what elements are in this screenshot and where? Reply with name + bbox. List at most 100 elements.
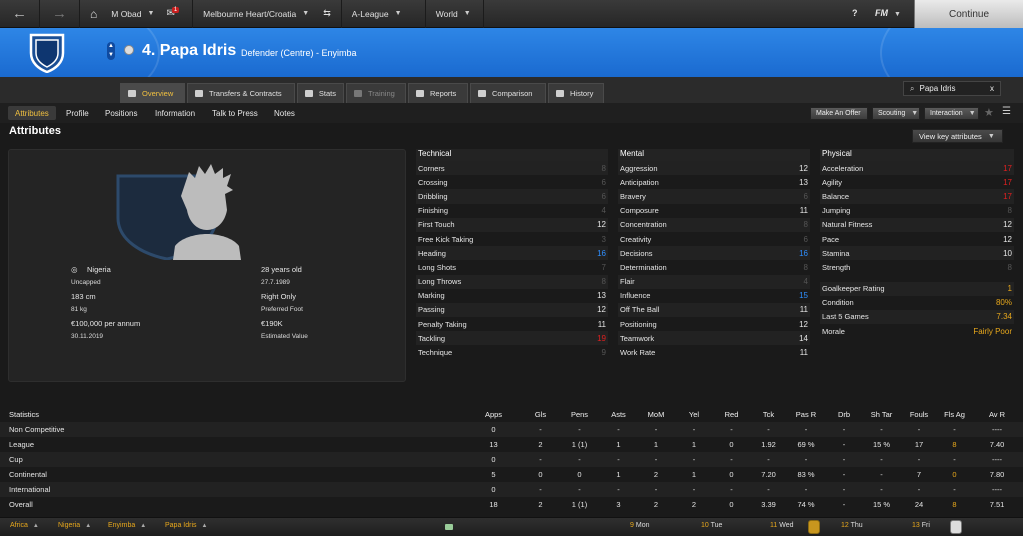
- col-yellow[interactable]: Yel: [675, 407, 713, 422]
- attribute-name: Free Kick Taking: [418, 234, 474, 244]
- chevron-down-icon: ▼: [394, 10, 402, 17]
- stat-cell: 15 %: [872, 500, 891, 509]
- interaction-button[interactable]: Interaction ▼: [924, 107, 979, 120]
- status-indicator-icon[interactable]: [445, 524, 453, 530]
- tab-training[interactable]: Training: [346, 83, 406, 103]
- attribute-value: 4: [803, 277, 808, 287]
- competition-label: Overall: [9, 500, 33, 509]
- col-apps[interactable]: Apps: [465, 407, 522, 422]
- subtab-profile[interactable]: Profile: [59, 106, 96, 120]
- subtab-talk-to-press[interactable]: Talk to Press: [205, 106, 265, 120]
- breadcrumb-player[interactable]: Papa Idris ▲: [165, 522, 207, 529]
- stat-cell: -: [637, 422, 675, 437]
- stat-cell: 1: [653, 440, 659, 449]
- calendar-day[interactable]: 10 Tue: [701, 522, 722, 529]
- section-title: Attributes: [9, 125, 61, 137]
- nationality[interactable]: Nigeria: [87, 265, 111, 274]
- col-fouls-against[interactable]: Fls Ag: [938, 407, 971, 422]
- col-penalties[interactable]: Pens: [559, 407, 600, 422]
- tab-comparison[interactable]: Comparison: [470, 83, 546, 103]
- attribute-row: Finishing 4: [416, 204, 608, 218]
- stat-cell: 0: [729, 500, 734, 509]
- view-key-attributes-button[interactable]: View key attributes ▼: [912, 129, 1003, 143]
- day-name: Mon: [635, 522, 650, 529]
- make-offer-button[interactable]: Make An Offer: [810, 107, 868, 120]
- day-number: 9: [630, 522, 634, 529]
- col-pass-ratio[interactable]: Pas R: [787, 407, 825, 422]
- attribute-name: Last 5 Games: [822, 312, 869, 322]
- attribute-row: Flair 4: [618, 274, 810, 289]
- clear-search-icon[interactable]: x: [990, 84, 994, 93]
- attribute-name: Technique: [418, 348, 453, 358]
- search-icon: ⌕: [910, 83, 915, 93]
- player-position-club[interactable]: Defender (Centre) - Enyimba: [241, 48, 357, 58]
- stat-cell: -: [842, 470, 846, 479]
- col-mom[interactable]: MoM: [637, 407, 675, 422]
- home-button[interactable]: ⌂ M Obad ▼ ✉ 1: [80, 0, 194, 28]
- tab-overview[interactable]: Overview: [120, 83, 185, 103]
- match-day-icon[interactable]: [950, 520, 962, 534]
- attribute-value: 12: [799, 163, 808, 173]
- match-day-icon[interactable]: [808, 520, 820, 534]
- swap-icon[interactable]: ⇆: [323, 8, 331, 19]
- breadcrumb-nation[interactable]: Nigeria ▲: [58, 522, 91, 529]
- tab-transfers-contracts[interactable]: Transfers & Contracts: [187, 83, 295, 103]
- player-switch-arrows-icon[interactable]: ▲ ▼: [107, 42, 115, 60]
- tab-reports[interactable]: Reports: [408, 83, 468, 103]
- stat-cell: -: [600, 452, 637, 467]
- col-red[interactable]: Red: [713, 407, 750, 422]
- attribute-row: Creativity 6: [618, 232, 810, 246]
- attribute-value: 8: [803, 220, 808, 230]
- col-tackles[interactable]: Tck: [750, 407, 787, 422]
- subtab-attributes[interactable]: Attributes: [8, 106, 56, 120]
- attribute-name: Acceleration: [822, 163, 864, 173]
- continue-button[interactable]: Continue: [914, 0, 1023, 28]
- subtab-notes[interactable]: Notes: [267, 106, 302, 120]
- col-assists[interactable]: Asts: [600, 407, 637, 422]
- breadcrumb-club[interactable]: Enyimba ▲: [108, 522, 146, 529]
- tab-stats[interactable]: Stats: [297, 83, 344, 103]
- stat-cell: 69 %: [797, 440, 815, 449]
- col-fouls[interactable]: Fouls: [900, 407, 938, 422]
- world-menu[interactable]: World ▼: [426, 0, 484, 28]
- stat-cell: -: [863, 482, 900, 497]
- breadcrumb-continent[interactable]: Africa ▲: [10, 522, 39, 529]
- world-label: World: [435, 8, 458, 19]
- stat-cell: -: [787, 482, 825, 497]
- stat-cell: -: [938, 482, 971, 497]
- calendar-day[interactable]: 13 Fri: [912, 522, 930, 529]
- fm-menu[interactable]: FM ▼: [875, 8, 901, 18]
- player-search-input[interactable]: ⌕ Papa Idris x: [903, 81, 1001, 96]
- help-button[interactable]: ?: [852, 8, 858, 18]
- player-tabs: Overview Transfers & Contracts Stats Tra…: [0, 77, 1023, 103]
- forward-arrow-icon[interactable]: →: [40, 0, 80, 28]
- menu-list-icon[interactable]: ☰: [1002, 106, 1011, 117]
- col-average-rating[interactable]: Av R: [971, 407, 1023, 422]
- attribute-row: Concentration 8: [618, 217, 810, 232]
- chevron-down-icon: ▼: [987, 132, 995, 140]
- col-goals[interactable]: Gls: [522, 407, 559, 422]
- league-menu[interactable]: A-League ▼: [342, 0, 426, 28]
- table-row: Overall 18 2 1 (1) 3 2 2 0 3.39 74 % - 15 % 24 8 7.51: [0, 497, 1023, 512]
- calendar-day[interactable]: 9 Mon: [630, 522, 649, 529]
- mental-heading: Mental: [618, 149, 810, 161]
- calendar-day[interactable]: 11 Wed: [770, 522, 794, 529]
- tab-history[interactable]: History: [548, 83, 604, 103]
- attribute-name: First Touch: [418, 220, 455, 230]
- col-shots-on-target[interactable]: Sh Tar: [863, 407, 900, 422]
- subtab-positions[interactable]: Positions: [98, 106, 144, 120]
- scouting-button[interactable]: Scouting ▼: [872, 107, 920, 120]
- attribute-row: Marking 13: [416, 289, 608, 303]
- calendar-day[interactable]: 12 Thu: [841, 522, 863, 529]
- attribute-name: Concentration: [620, 220, 667, 230]
- manager-name: M Obad: [111, 8, 142, 19]
- stat-cell: -: [522, 452, 559, 467]
- attribute-value: 80%: [995, 298, 1012, 308]
- subtab-information[interactable]: Information: [148, 106, 202, 120]
- club-menu[interactable]: Melbourne Heart/Croatia ▼ ⇆: [193, 0, 342, 28]
- back-arrow-icon[interactable]: ←: [0, 0, 40, 28]
- shortlist-star-icon[interactable]: ★: [984, 106, 994, 119]
- comparison-icon: [478, 90, 486, 97]
- col-dribbles[interactable]: Drb: [825, 407, 863, 422]
- attribute-name: Corners: [418, 163, 445, 173]
